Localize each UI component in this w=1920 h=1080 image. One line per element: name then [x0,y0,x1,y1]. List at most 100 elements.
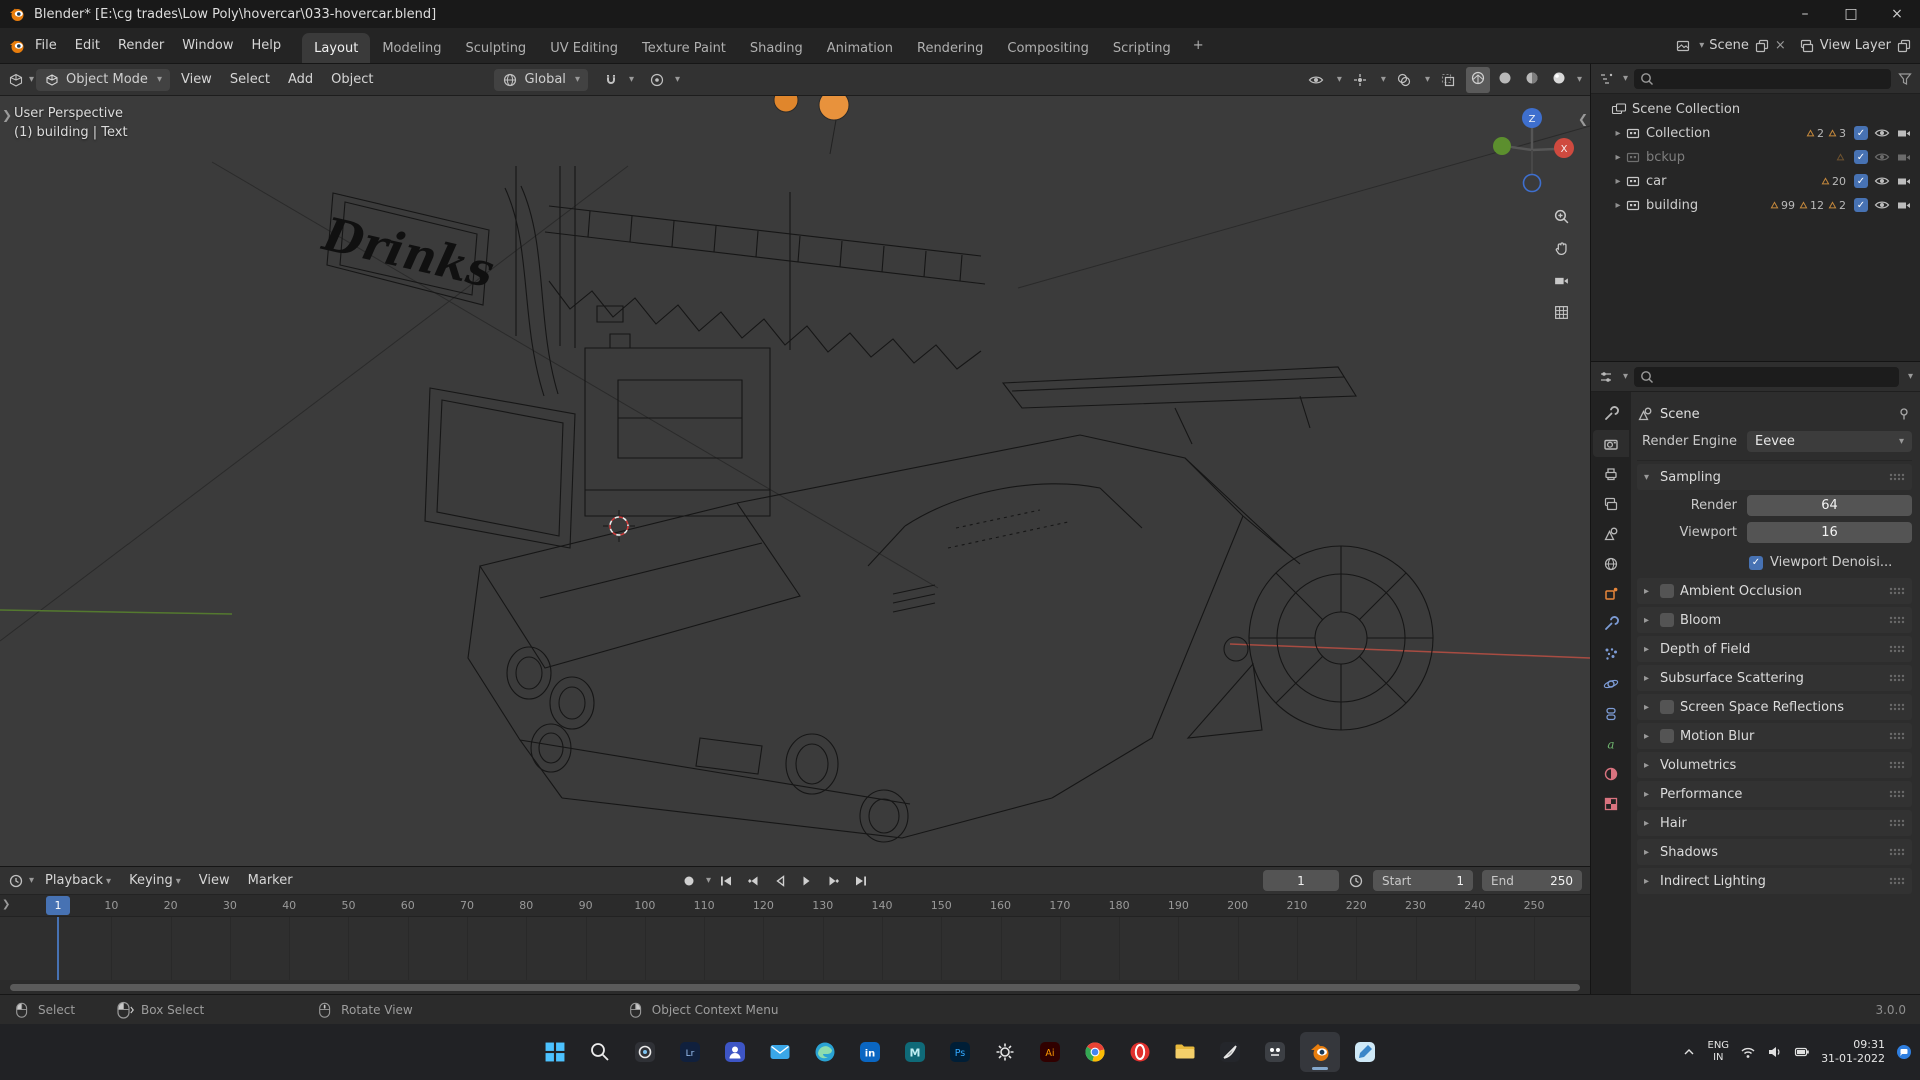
volume-icon[interactable] [1767,1044,1783,1060]
collection-checkbox[interactable]: ✓ [1854,198,1868,212]
pin-icon[interactable] [1896,406,1912,422]
gizmos-toggle[interactable] [1345,69,1375,91]
drag-handle-icon[interactable] [1889,473,1905,481]
mode-dropdown[interactable]: Object Mode ▾ [36,68,170,91]
taskbar-app-chrome[interactable] [1075,1032,1115,1072]
menu-window[interactable]: Window [173,35,242,56]
properties-tab-output[interactable] [1593,460,1629,487]
timeline-menu-marker[interactable]: Marker [239,870,302,891]
section-indirect-lighting[interactable]: ▸ Indirect Lighting [1637,868,1912,894]
turbine-wireframe[interactable] [1184,457,1434,739]
timeline-expand-arrow[interactable]: ❯ [2,899,10,910]
browse-scene-icon[interactable] [1675,38,1691,54]
taskbar-app-settings[interactable] [985,1032,1025,1072]
properties-tab-view-layer[interactable] [1593,490,1629,517]
sampling-viewport-field[interactable]: 16 [1747,522,1912,543]
taskbar-app-photos[interactable] [625,1032,665,1072]
taskbar-app-start[interactable] [535,1032,575,1072]
battery-icon[interactable] [1794,1044,1810,1060]
collection-checkbox[interactable]: ✓ [1854,150,1868,164]
workspace-tab-sculpting[interactable]: Sculpting [453,33,538,63]
timeline-ruler[interactable]: 1 ❯ 10 20 30 40 50 60 70 80 90 100 110 120 130 140 150… [0,895,1590,917]
hide-viewport-icon[interactable] [1874,125,1890,141]
frame-start-field[interactable]: Start 1 [1373,870,1473,891]
viewport-menu-view[interactable]: View [172,69,221,90]
app-menu-icon[interactable] [8,37,26,55]
play-button[interactable] [794,871,819,891]
xray-toggle[interactable] [1433,69,1463,91]
add-workspace-button[interactable]: + [1183,30,1214,61]
timeline-editor[interactable]: ▾ Playback ▾ Keying ▾ View Marker ▾ 1 Start 1 … [0,866,1590,994]
filter-icon[interactable] [1897,71,1913,87]
orientation-dropdown[interactable]: Global ▾ [494,68,588,91]
taskbar-app-mail[interactable] [760,1032,800,1072]
taskbar-app-photoshop[interactable]: Ps [940,1032,980,1072]
current-frame-field[interactable]: 1 [1263,870,1339,891]
workspace-tab-animation[interactable]: Animation [815,33,905,63]
properties-tab-modifiers[interactable] [1593,610,1629,637]
taskbar-app-illustrator[interactable]: Ai [1030,1032,1070,1072]
drag-handle-icon[interactable] [1889,645,1905,653]
collection-checkbox[interactable]: ✓ [1854,174,1868,188]
hide-viewport-icon[interactable] [1874,149,1890,165]
play-reverse-button[interactable] [767,871,792,891]
view-layer-name[interactable]: View Layer [1820,38,1891,53]
workspace-tab-rendering[interactable]: Rendering [905,33,995,63]
viewport-menu-object[interactable]: Object [322,69,382,90]
properties-tab-tool[interactable] [1593,400,1629,427]
properties-tab-constraints[interactable] [1593,700,1629,727]
taskbar-app-gimp[interactable] [1255,1032,1295,1072]
visibility-toggle[interactable] [1301,69,1331,91]
section-checkbox[interactable] [1660,700,1674,714]
shading-dropdown[interactable]: ▾ [1577,74,1582,85]
outliner-row-car[interactable]: ▸ car 20 ✓ [1591,169,1920,193]
language-indicator[interactable]: ENG IN [1708,1040,1730,1065]
disclosure-arrow-icon[interactable]: ▸ [1611,200,1625,211]
collection-checkbox[interactable]: ✓ [1854,126,1868,140]
taskbar-app-file-explorer[interactable] [1165,1032,1205,1072]
maximize-button[interactable]: □ [1828,0,1874,28]
hovercar-wireframe[interactable] [467,366,1357,843]
drag-handle-icon[interactable] [1889,587,1905,595]
properties-tab-material[interactable] [1593,760,1629,787]
prev-keyframe-button[interactable] [740,871,765,891]
navigation-gizmo[interactable]: Z X [1486,104,1578,200]
render-engine-dropdown[interactable]: Eevee ▾ [1747,431,1912,452]
section-subsurface-scattering[interactable]: ▸ Subsurface Scattering [1637,665,1912,691]
use-preview-range-icon[interactable] [1348,873,1364,889]
properties-options-dropdown[interactable]: ▾ [1908,371,1913,382]
outliner-row-collection[interactable]: ▸ Collection 2 3 ✓ [1591,121,1920,145]
frame-end-field[interactable]: End 250 [1482,870,1582,891]
sidebar-expand-arrow[interactable]: ❮ [1578,112,1588,126]
workspace-tab-scripting[interactable]: Scripting [1101,33,1183,63]
taskbar-app-edge[interactable] [805,1032,845,1072]
viewport-denoising-checkbox[interactable]: ✓ [1749,555,1763,570]
workspace-tab-layout[interactable]: Layout [302,33,371,63]
outliner-search-input[interactable] [1634,68,1891,89]
lamp-orbs[interactable] [773,96,850,155]
disable-render-icon[interactable] [1896,197,1912,213]
shading-solid-button[interactable] [1493,67,1517,93]
outliner-row-bckup[interactable]: ▸ bckup ✓ [1591,145,1920,169]
properties-tab-world[interactable] [1593,550,1629,577]
auto-keying-dropdown[interactable]: ▾ [706,875,711,886]
timeline-track[interactable] [0,917,1590,980]
disclosure-arrow-icon[interactable]: ▸ [1611,176,1625,187]
playhead-handle[interactable]: 1 [46,896,70,915]
3d-viewport[interactable]: Drinks User Perspective (1) building | T… [0,96,1590,866]
view-layer-icon[interactable] [1799,38,1815,54]
next-keyframe-button[interactable] [821,871,846,891]
shading-material-button[interactable] [1520,67,1544,93]
camera-view-icon[interactable] [1553,272,1570,289]
drag-handle-icon[interactable] [1889,877,1905,885]
disable-render-icon[interactable] [1896,125,1912,141]
workspace-tab-texture-paint[interactable]: Texture Paint [630,33,738,63]
proportional-editing-toggle[interactable] [642,69,672,91]
taskbar-app-krita[interactable] [1210,1032,1250,1072]
disclosure-arrow-icon[interactable]: ▸ [1611,152,1625,163]
section-checkbox[interactable] [1660,613,1674,627]
disable-render-icon[interactable] [1896,173,1912,189]
properties-tab-physics[interactable] [1593,670,1629,697]
clock[interactable]: 09:31 31-01-2022 [1821,1038,1885,1067]
outliner-editor-icon[interactable] [1598,71,1614,87]
